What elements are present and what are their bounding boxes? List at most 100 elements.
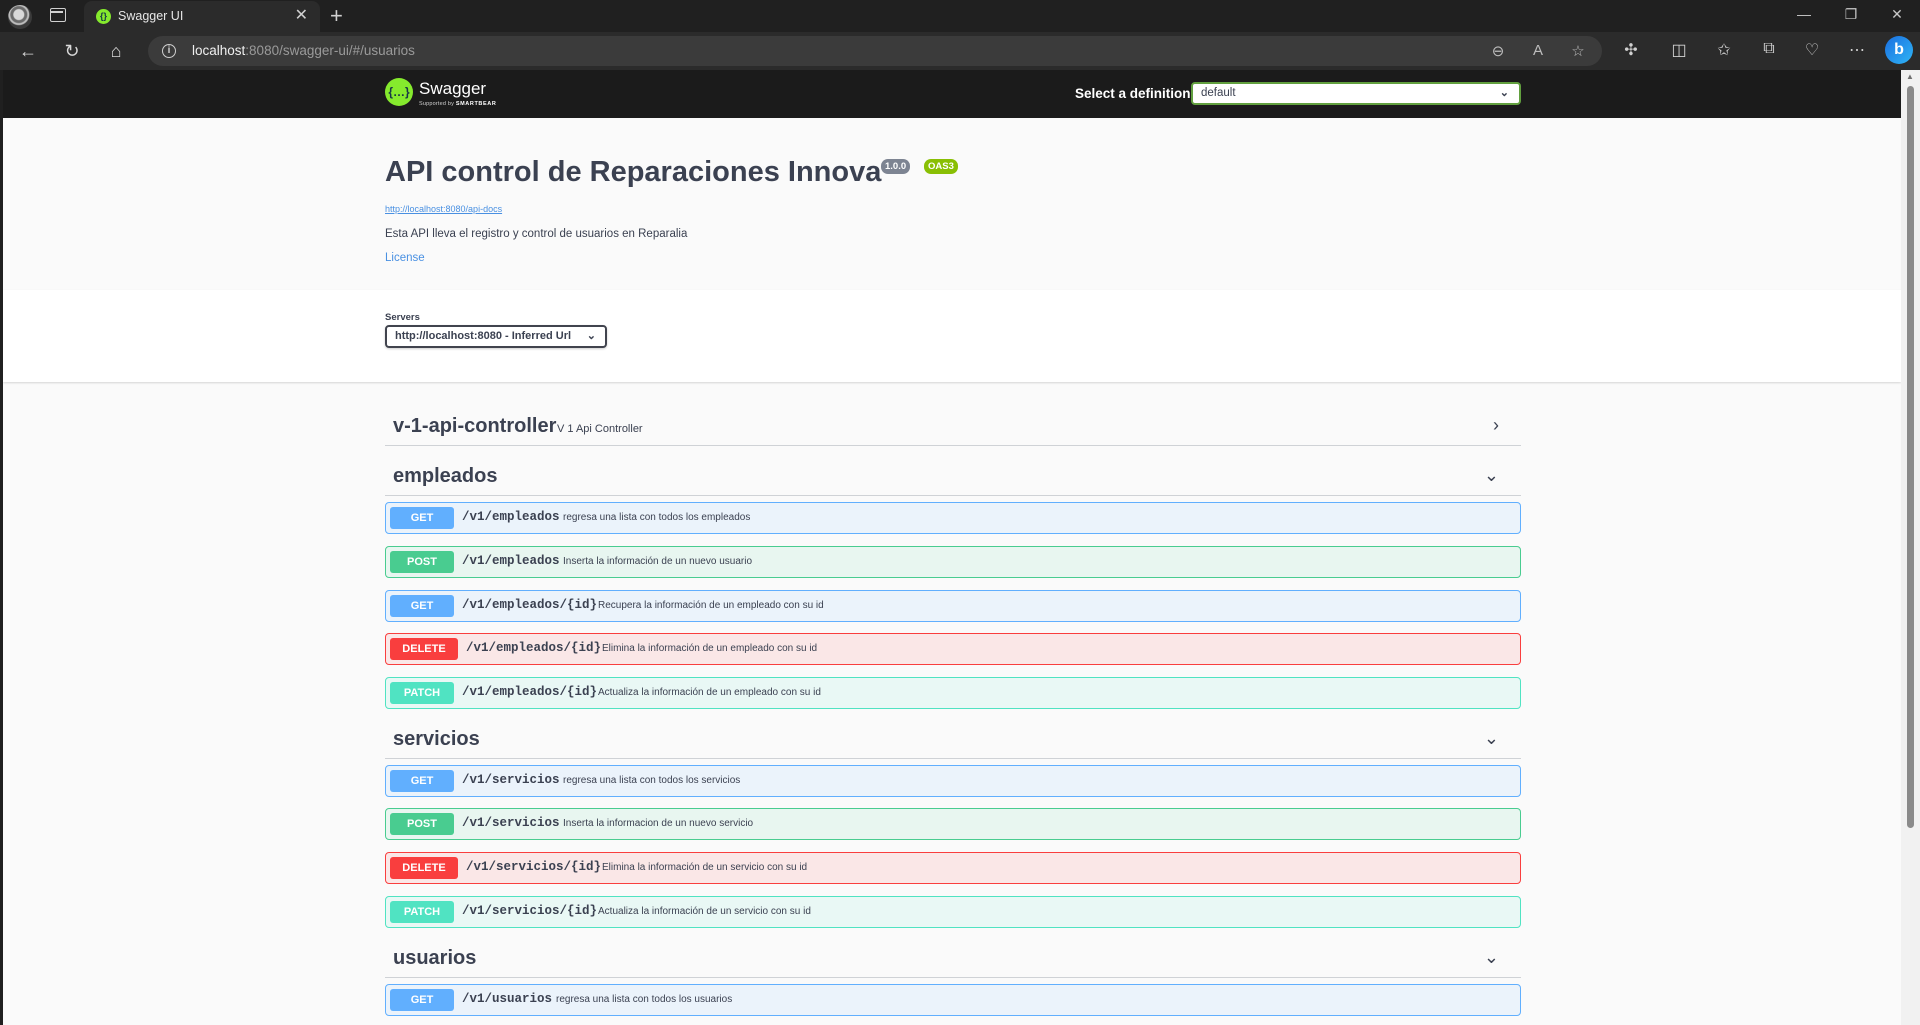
swagger-supported-by: Supported by SMARTBEAR bbox=[419, 101, 496, 107]
definition-select[interactable]: default ⌄ bbox=[1191, 82, 1521, 105]
tag-description: V 1 Api Controller bbox=[557, 423, 643, 435]
scrollbar-thumb[interactable] bbox=[1907, 86, 1914, 828]
method-badge: GET bbox=[390, 507, 454, 529]
operation-get-empleados[interactable]: GET /v1/empleados regresa una lista con … bbox=[385, 502, 1521, 534]
operation-summary: Actualiza la información de un servicio … bbox=[598, 906, 811, 917]
read-aloud-icon[interactable]: A bbox=[1528, 42, 1548, 59]
chevron-down-icon: ⌄ bbox=[586, 330, 596, 342]
tag-name: servicios bbox=[393, 728, 480, 750]
tag-servicios[interactable]: servicios ⌄ bbox=[385, 719, 1521, 759]
chevron-down-icon[interactable]: ⌄ bbox=[1484, 728, 1499, 749]
definition-label: Select a definition bbox=[1075, 86, 1191, 101]
method-badge: GET bbox=[390, 595, 454, 617]
site-info-icon[interactable]: i bbox=[162, 44, 176, 58]
definition-value: default bbox=[1201, 87, 1236, 99]
browser-tab-bar: {} Swagger UI ✕ + — ❐ ✕ bbox=[0, 0, 1920, 32]
operation-summary: regresa una lista con todos los usuarios bbox=[556, 994, 733, 1005]
scroll-up-icon[interactable]: ▲ bbox=[1906, 72, 1914, 81]
swagger-favicon-icon: {} bbox=[96, 9, 111, 24]
split-screen-icon[interactable]: ◫ bbox=[1668, 40, 1690, 60]
method-badge: DELETE bbox=[390, 638, 458, 660]
operation-path: /v1/empleados bbox=[462, 510, 560, 524]
chevron-down-icon: ⌄ bbox=[1499, 87, 1509, 99]
tag-name: usuarios bbox=[393, 947, 477, 969]
operation-summary: Actualiza la información de un empleado … bbox=[598, 687, 821, 698]
operation-path: /v1/servicios/{id} bbox=[462, 904, 598, 918]
zoom-icon[interactable]: ⊖ bbox=[1488, 42, 1508, 60]
servers-label: Servers bbox=[385, 312, 420, 323]
browser-toolbar: ← ↻ ⌂ i localhost:8080/swagger-ui/#/usua… bbox=[0, 32, 1920, 70]
supported-by-text: Supported by bbox=[419, 101, 455, 107]
close-tab-icon[interactable]: ✕ bbox=[295, 7, 308, 25]
tab-title: Swagger UI bbox=[118, 9, 184, 23]
url-text[interactable]: localhost:8080/swagger-ui/#/usuarios bbox=[192, 43, 415, 58]
swagger-logo-icon[interactable]: {…} bbox=[385, 78, 413, 106]
page-scrollbar[interactable]: ▲ bbox=[1901, 70, 1920, 1025]
address-bar[interactable]: i localhost:8080/swagger-ui/#/usuarios ⊖… bbox=[148, 36, 1602, 66]
swagger-brand[interactable]: Swagger bbox=[419, 79, 486, 99]
operation-get-empleado-by-id[interactable]: GET /v1/empleados/{id} Recupera la infor… bbox=[385, 590, 1521, 622]
operation-summary: Elimina la información de un servicio co… bbox=[602, 862, 808, 873]
servers-section: Servers http://localhost:8080 - Inferred… bbox=[3, 290, 1901, 382]
restore-icon[interactable]: ❐ bbox=[1836, 6, 1866, 23]
operation-path: /v1/empleados/{id} bbox=[466, 641, 602, 655]
operation-get-servicios[interactable]: GET /v1/servicios regresa una lista con … bbox=[385, 765, 1521, 797]
oas-badge: OAS3 bbox=[924, 159, 958, 174]
operation-path: /v1/servicios bbox=[462, 816, 560, 830]
tag-v-1-api-controller[interactable]: v-1-api-controller V 1 Api Controller › bbox=[385, 406, 1521, 446]
operation-path: /v1/empleados bbox=[462, 554, 560, 568]
browser-tab[interactable]: {} Swagger UI ✕ bbox=[84, 1, 320, 32]
method-badge: GET bbox=[390, 770, 454, 792]
version-badge: 1.0.0 bbox=[881, 159, 911, 174]
operation-patch-empleado[interactable]: PATCH /v1/empleados/{id} Actualiza la in… bbox=[385, 677, 1521, 709]
operation-patch-servicio[interactable]: PATCH /v1/servicios/{id} Actualiza la in… bbox=[385, 896, 1521, 928]
method-badge: DELETE bbox=[390, 857, 458, 879]
operation-summary: Inserta la informacion de un nuevo servi… bbox=[563, 818, 754, 829]
page-viewport: {…} Swagger Supported by SMARTBEAR Selec… bbox=[3, 70, 1901, 1025]
operation-path: /v1/empleados/{id} bbox=[462, 598, 598, 612]
url-host: localhost bbox=[192, 43, 246, 58]
api-description: Esta API lleva el registro y control de … bbox=[385, 228, 688, 240]
method-badge: POST bbox=[390, 813, 454, 835]
tag-name: v-1-api-controller bbox=[393, 415, 557, 437]
operation-delete-empleado[interactable]: DELETE /v1/empleados/{id} Elimina la inf… bbox=[385, 633, 1521, 665]
operation-post-empleados[interactable]: POST /v1/empleados Inserta la informació… bbox=[385, 546, 1521, 578]
chevron-right-icon[interactable]: › bbox=[1493, 415, 1499, 436]
api-docs-link[interactable]: http://localhost:8080/api-docs bbox=[385, 204, 502, 214]
smartbear-text: SMARTBEAR bbox=[455, 101, 497, 107]
favorite-star-icon[interactable]: ☆ bbox=[1568, 42, 1588, 60]
tag-empleados[interactable]: empleados ⌄ bbox=[385, 456, 1521, 496]
license-link[interactable]: License bbox=[385, 252, 425, 264]
bing-copilot-icon[interactable]: b bbox=[1885, 36, 1913, 64]
api-title: API control de Reparaciones Innova bbox=[385, 156, 882, 188]
browser-essentials-icon[interactable]: ♡ bbox=[1801, 40, 1823, 60]
reload-icon[interactable]: ↻ bbox=[60, 40, 84, 62]
servers-select[interactable]: http://localhost:8080 - Inferred Url ⌄ bbox=[385, 325, 607, 348]
extensions-icon[interactable]: ✣ bbox=[1620, 40, 1642, 60]
tab-actions-icon[interactable] bbox=[50, 8, 66, 22]
favorites-icon[interactable]: ✩ bbox=[1713, 40, 1735, 60]
swagger-topbar: {…} Swagger Supported by SMARTBEAR Selec… bbox=[3, 70, 1901, 118]
close-window-icon[interactable]: ✕ bbox=[1882, 6, 1912, 23]
chevron-down-icon[interactable]: ⌄ bbox=[1484, 465, 1499, 486]
operation-path: /v1/usuarios bbox=[462, 992, 553, 1006]
operation-get-usuarios[interactable]: GET /v1/usuarios regresa una lista con t… bbox=[385, 984, 1521, 1016]
method-badge: PATCH bbox=[390, 901, 454, 923]
back-icon[interactable]: ← bbox=[16, 40, 40, 62]
operation-delete-servicio[interactable]: DELETE /v1/servicios/{id} Elimina la inf… bbox=[385, 852, 1521, 884]
method-badge: PATCH bbox=[390, 682, 454, 704]
new-tab-icon[interactable]: + bbox=[330, 3, 343, 29]
profile-avatar[interactable] bbox=[8, 5, 32, 29]
operation-summary: Elimina la información de un empleado co… bbox=[602, 643, 818, 654]
operation-post-servicios[interactable]: POST /v1/servicios Inserta la informacio… bbox=[385, 808, 1521, 840]
minimize-icon[interactable]: — bbox=[1789, 6, 1819, 22]
chevron-down-icon[interactable]: ⌄ bbox=[1484, 947, 1499, 968]
tag-usuarios[interactable]: usuarios ⌄ bbox=[385, 938, 1521, 978]
operation-path: /v1/empleados/{id} bbox=[462, 685, 598, 699]
url-path: :8080/swagger-ui/#/usuarios bbox=[245, 43, 415, 58]
more-menu-icon[interactable]: ⋯ bbox=[1846, 40, 1868, 60]
collections-icon[interactable]: ⧉ bbox=[1758, 40, 1780, 58]
operation-summary: Recupera la información de un empleado c… bbox=[598, 600, 824, 611]
home-icon[interactable]: ⌂ bbox=[104, 40, 128, 62]
operation-path: /v1/servicios bbox=[462, 773, 560, 787]
